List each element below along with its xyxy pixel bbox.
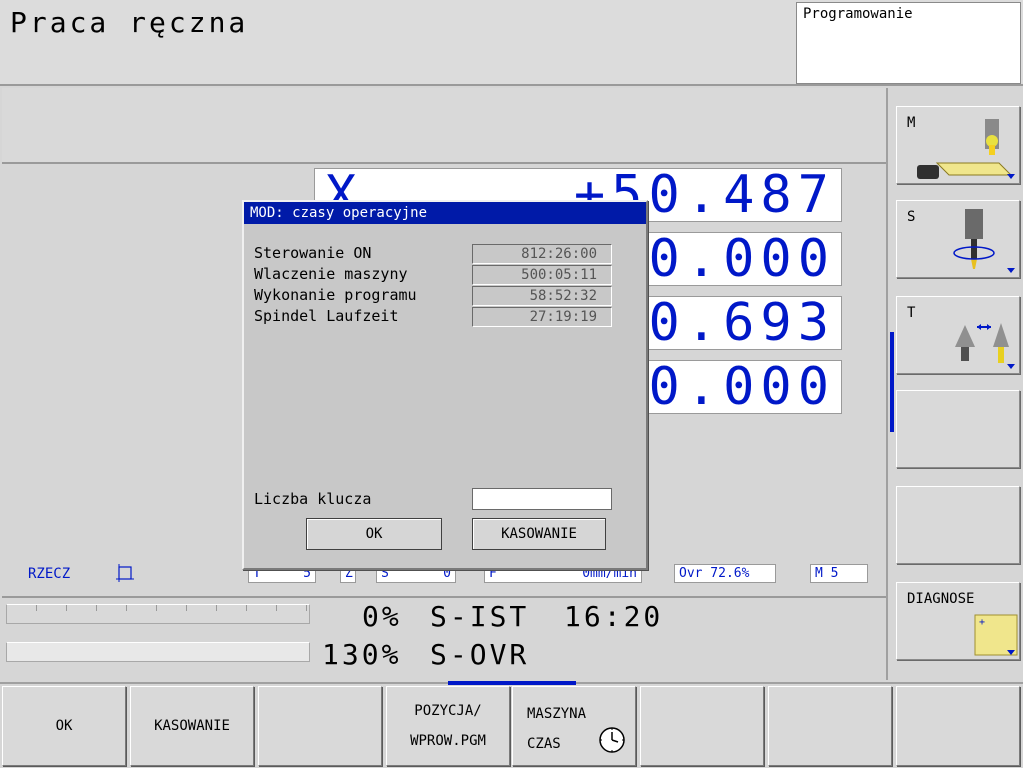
dialog-ok-button[interactable]: OK <box>306 518 442 550</box>
softkey-empty-3[interactable] <box>768 686 892 766</box>
override-value: Ovr 72.6% <box>679 566 750 581</box>
softkey-pozycja-wprow-pgm[interactable]: POZYCJA/ WPROW.PGM <box>386 686 510 766</box>
spindle-function-button[interactable]: S <box>896 200 1020 278</box>
diagnose-label: DIAGNOSE <box>907 591 975 607</box>
diagnose-button[interactable]: DIAGNOSE + <box>896 582 1020 660</box>
softkey-ok[interactable]: OK <box>2 686 126 766</box>
info-strip <box>2 88 886 164</box>
empty-side-softkey-2[interactable] <box>896 486 1020 564</box>
svg-text:+: + <box>979 617 985 628</box>
expand-indicator-icon <box>1007 650 1015 655</box>
display-mode-label: RZECZ <box>28 566 71 582</box>
dialog-ok-label: OK <box>365 526 383 542</box>
spindle-ovr-bar-fill <box>7 643 309 661</box>
tool-change-icon <box>955 323 1009 363</box>
time-row-label: Spindel Laufzeit <box>254 307 399 325</box>
key-number-label: Liczba klucza <box>254 490 372 508</box>
softkey-kasowanie-label: KASOWANIE <box>154 718 230 734</box>
key-number-input[interactable] <box>472 488 612 510</box>
time-row-value: 500:05:11 <box>472 265 612 285</box>
spindle-ist-label: S-IST <box>430 600 530 633</box>
softkey-pozycja-line2: WPROW.PGM <box>410 733 486 749</box>
programming-mode-panel[interactable]: Programowanie <box>796 2 1021 84</box>
softkey-empty-4[interactable] <box>896 686 1020 766</box>
spindle-ovr-percent: 130% <box>322 638 402 671</box>
t-button-label: T <box>907 305 916 321</box>
spindle-ist-bar <box>6 604 310 624</box>
softkey-empty-2[interactable] <box>640 686 764 766</box>
spindle-ovr-label: S-OVR <box>430 638 530 671</box>
empty-side-softkey-1[interactable] <box>896 390 1020 468</box>
softkey-empty-1[interactable] <box>258 686 382 766</box>
softkey-ok-label: OK <box>55 718 73 734</box>
active-softkey-indicator <box>448 681 576 685</box>
m-function-value: M 5 <box>815 566 839 581</box>
tool-function-button[interactable]: T <box>896 296 1020 374</box>
clock-time: 16:20 <box>564 600 664 633</box>
m-function-status: M 5 <box>810 564 868 583</box>
expand-indicator-icon <box>1007 364 1015 369</box>
vertical-softkey-panel: M S T DIAGNOSE + <box>890 88 1023 680</box>
spindle-icon <box>953 209 995 269</box>
softkey-kasowanie[interactable]: KASOWANIE <box>130 686 254 766</box>
softkey-pozycja-line1: POZYCJA/ <box>414 703 482 719</box>
spindle-bars-area: 0% S-IST 16:20 130% S-OVR <box>2 596 886 678</box>
softkey-maszyna-line2: CZAS <box>527 736 561 752</box>
dialog-title-bar[interactable]: MOD: czasy operacyjne <box>244 202 646 224</box>
s-button-label: S <box>907 209 916 225</box>
expand-indicator-icon <box>1007 174 1015 179</box>
spindle-ist-percent: 0% <box>362 600 402 633</box>
time-row-value: 27:19:19 <box>472 307 612 327</box>
dialog-cancel-button[interactable]: KASOWANIE <box>472 518 606 550</box>
programming-mode-label: Programowanie <box>803 6 913 22</box>
expand-indicator-icon <box>1007 268 1015 273</box>
time-row-value: 58:52:32 <box>472 286 612 306</box>
softkey-page-indicator <box>890 332 894 432</box>
time-row-value: 812:26:00 <box>472 244 612 264</box>
time-row-label: Wykonanie programu <box>254 286 417 304</box>
machine-table-icon <box>917 119 1013 179</box>
dialog-title: MOD: czasy operacyjne <box>250 205 428 221</box>
operating-mode-title: Praca ręczna <box>10 6 249 39</box>
spindle-ovr-bar <box>6 642 310 662</box>
m-function-button[interactable]: M <box>896 106 1020 184</box>
time-row-label: Wlaczenie maszyny <box>254 265 408 283</box>
clock-icon <box>599 727 625 753</box>
operating-times-dialog: MOD: czasy operacyjne Sterowanie ON 812:… <box>242 200 648 570</box>
time-row-label: Sterowanie ON <box>254 244 372 262</box>
datum-icon <box>116 564 134 586</box>
softkey-maszyna-line1: MASZYNA <box>527 706 587 722</box>
dialog-cancel-label: KASOWANIE <box>501 526 577 542</box>
override-status: Ovr 72.6% <box>674 564 776 583</box>
header-bar: Praca ręczna Programowanie <box>0 0 1023 86</box>
softkey-maszyna-czas[interactable]: MASZYNA CZAS <box>512 686 636 766</box>
